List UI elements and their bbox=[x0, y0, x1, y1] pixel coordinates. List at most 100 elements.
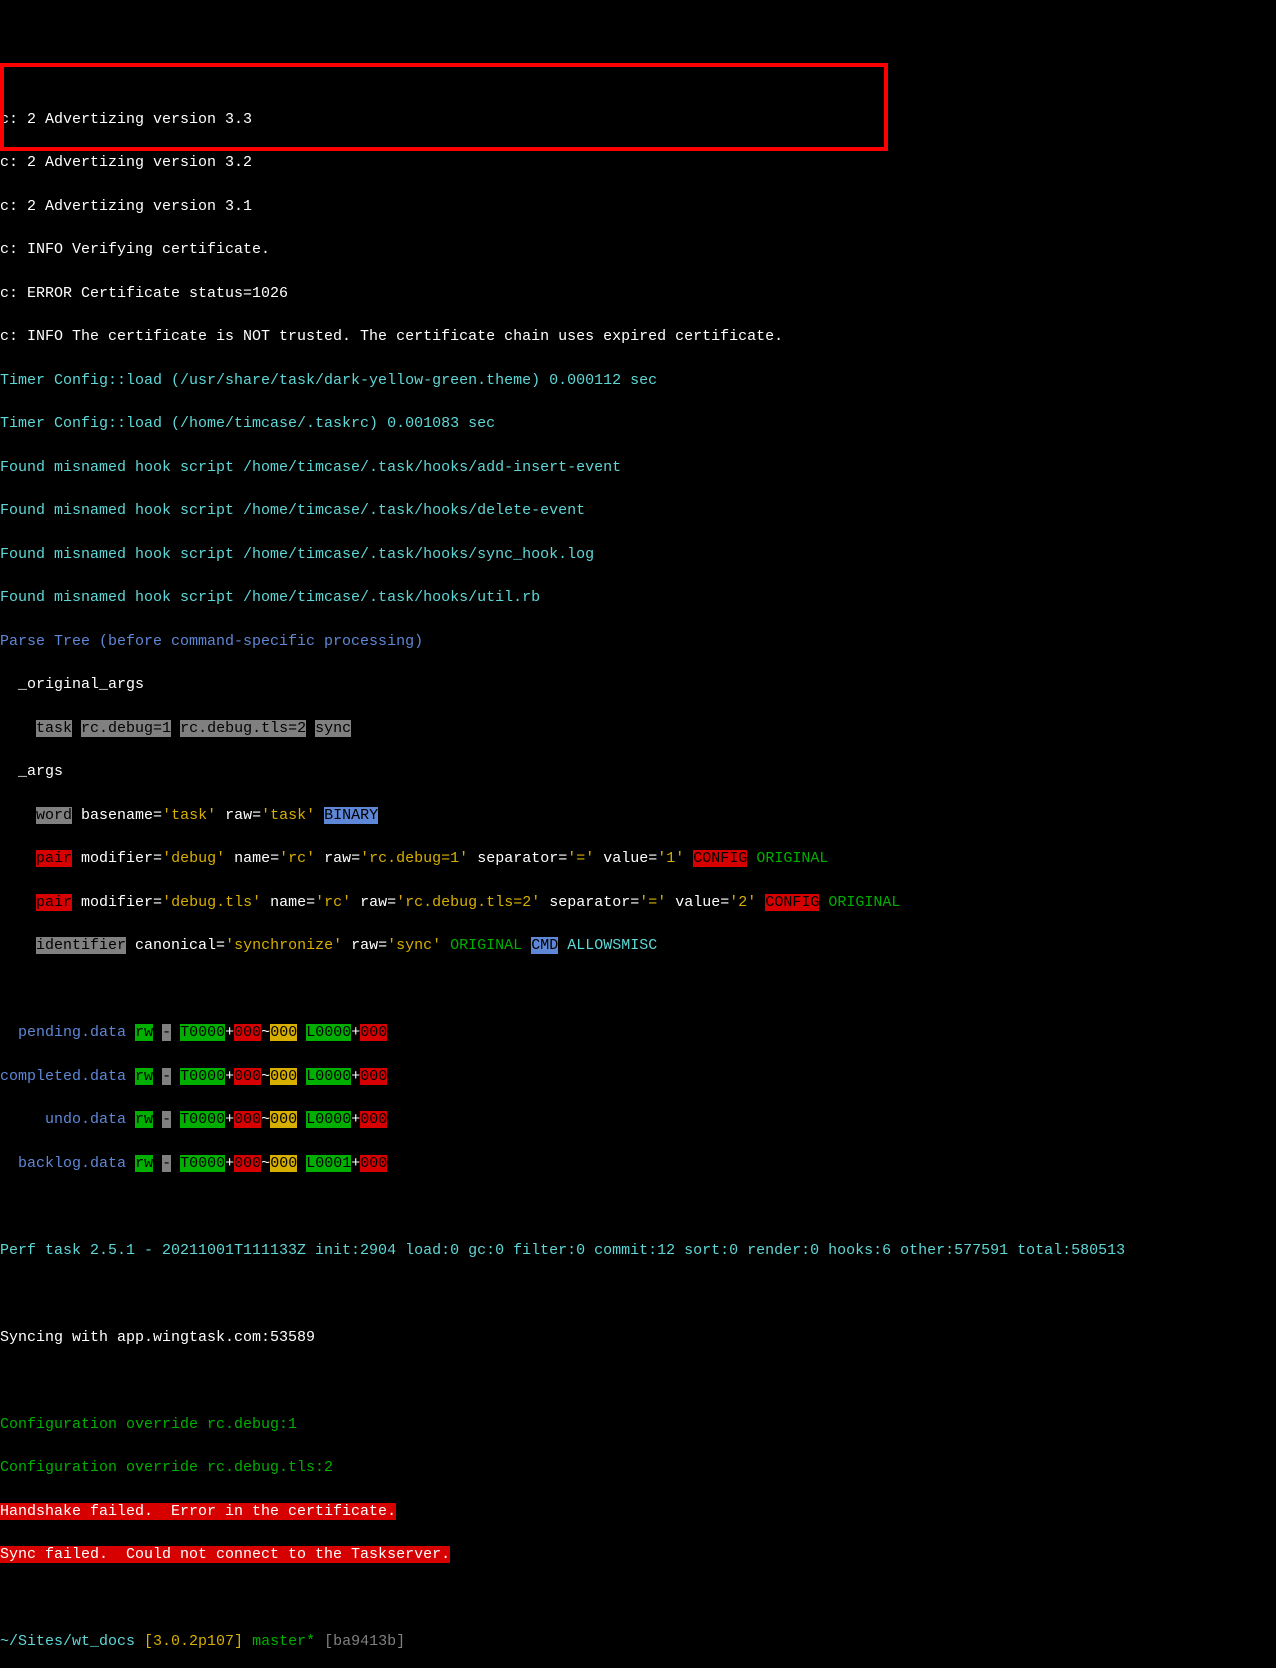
val: 'task' bbox=[261, 807, 315, 824]
tilde: ~ bbox=[261, 1024, 270, 1041]
t-val: T0000 bbox=[180, 1155, 225, 1172]
config-tag: CONFIG bbox=[693, 850, 747, 867]
t-yellow: 000 bbox=[270, 1111, 297, 1128]
rw-flag: rw bbox=[135, 1155, 153, 1172]
blank-line bbox=[0, 1588, 1276, 1610]
cmd-tag: CMD bbox=[531, 937, 558, 954]
datafile-name: pending.data bbox=[18, 1024, 126, 1041]
key: basename= bbox=[81, 807, 162, 824]
t-val: T0000 bbox=[180, 1024, 225, 1041]
label-text: _args bbox=[18, 763, 63, 780]
key: modifier= bbox=[81, 850, 162, 867]
val: 'rc.debug.tls=2' bbox=[396, 894, 540, 911]
datafile-row: pending.data rw - T0000+000~000 L0000+00… bbox=[0, 1022, 1276, 1044]
val: '2' bbox=[729, 894, 756, 911]
key: value= bbox=[603, 850, 657, 867]
t-yellow: 000 bbox=[270, 1024, 297, 1041]
datafile-row: completed.data rw - T0000+000~000 L0000+… bbox=[0, 1066, 1276, 1088]
val: '=' bbox=[567, 850, 594, 867]
dash: - bbox=[162, 1111, 171, 1128]
plus: + bbox=[351, 1024, 360, 1041]
log-line: Timer Config::load (/usr/share/task/dark… bbox=[0, 370, 1276, 392]
args-label: _args bbox=[0, 761, 1276, 783]
plus: + bbox=[225, 1068, 234, 1085]
key: canonical= bbox=[135, 937, 225, 954]
key: raw= bbox=[360, 894, 396, 911]
args-identifier: identifier canonical='synchronize' raw='… bbox=[0, 935, 1276, 957]
identifier-tag: identifier bbox=[36, 937, 126, 954]
l-red: 000 bbox=[360, 1024, 387, 1041]
datafile-name: backlog.data bbox=[18, 1155, 126, 1172]
tilde: ~ bbox=[261, 1155, 270, 1172]
datafile-name: undo.data bbox=[45, 1111, 126, 1128]
log-line: Timer Config::load (/home/timcase/.taskr… bbox=[0, 413, 1276, 435]
error-line: Handshake failed. Error in the certifica… bbox=[0, 1501, 1276, 1523]
key: raw= bbox=[351, 937, 387, 954]
terminal-screen[interactable]: c: 2 Advertizing version 3.3 c: 2 Advert… bbox=[0, 87, 1276, 1668]
log-line-highlighted: c: ERROR Certificate status=1026 bbox=[0, 283, 1276, 305]
token: task bbox=[36, 720, 72, 737]
plus: + bbox=[351, 1155, 360, 1172]
config-tag: CONFIG bbox=[765, 894, 819, 911]
rw-flag: rw bbox=[135, 1111, 153, 1128]
val: '=' bbox=[639, 894, 666, 911]
key: value= bbox=[675, 894, 729, 911]
val: 'rc' bbox=[315, 894, 351, 911]
val: 'task' bbox=[162, 807, 216, 824]
plus: + bbox=[351, 1068, 360, 1085]
val: 'rc' bbox=[279, 850, 315, 867]
key: modifier= bbox=[81, 894, 162, 911]
log-line: Found misnamed hook script /home/timcase… bbox=[0, 587, 1276, 609]
datafile-name: completed.data bbox=[0, 1068, 126, 1085]
val: 'sync' bbox=[387, 937, 441, 954]
parse-tree-header: Parse Tree (before command-specific proc… bbox=[0, 631, 1276, 653]
token: sync bbox=[315, 720, 351, 737]
t-red: 000 bbox=[234, 1024, 261, 1041]
log-line: c: 2 Advertizing version 3.2 bbox=[0, 152, 1276, 174]
rw-flag: rw bbox=[135, 1024, 153, 1041]
perf-line: Perf task 2.5.1 - 20211001T111133Z init:… bbox=[0, 1240, 1276, 1262]
l-val: L0000 bbox=[306, 1068, 351, 1085]
syncing-line: Syncing with app.wingtask.com:53589 bbox=[0, 1327, 1276, 1349]
blank-line bbox=[0, 979, 1276, 1001]
prompt-branch: master* bbox=[252, 1633, 315, 1650]
log-line-highlighted: c: INFO The certificate is NOT trusted. … bbox=[0, 326, 1276, 348]
t-red: 000 bbox=[234, 1155, 261, 1172]
dash: - bbox=[162, 1155, 171, 1172]
plus: + bbox=[225, 1024, 234, 1041]
key: raw= bbox=[324, 850, 360, 867]
l-val: L0000 bbox=[306, 1111, 351, 1128]
plus: + bbox=[225, 1155, 234, 1172]
blank-line bbox=[0, 1370, 1276, 1392]
blank-line bbox=[0, 1283, 1276, 1305]
label-text: _original_args bbox=[18, 676, 144, 693]
dash: - bbox=[162, 1024, 171, 1041]
val: 'synchronize' bbox=[225, 937, 342, 954]
allowsmisc-tag: ALLOWSMISC bbox=[567, 937, 657, 954]
original-tag: ORIGINAL bbox=[828, 894, 900, 911]
prompt-path: ~/Sites/wt_docs bbox=[0, 1633, 135, 1650]
t-yellow: 000 bbox=[270, 1155, 297, 1172]
original-args-label: _original_args bbox=[0, 674, 1276, 696]
error-text: Sync failed. Could not connect to the Ta… bbox=[0, 1546, 450, 1563]
val: 'rc.debug=1' bbox=[360, 850, 468, 867]
prompt-version: [3.0.2p107] bbox=[144, 1633, 243, 1650]
t-val: T0000 bbox=[180, 1111, 225, 1128]
token: rc.debug.tls=2 bbox=[180, 720, 306, 737]
original-tag: ORIGINAL bbox=[450, 937, 522, 954]
l-val: L0001 bbox=[306, 1155, 351, 1172]
config-override: Configuration override rc.debug.tls:2 bbox=[0, 1457, 1276, 1479]
log-line: Found misnamed hook script /home/timcase… bbox=[0, 457, 1276, 479]
t-val: T0000 bbox=[180, 1068, 225, 1085]
l-red: 000 bbox=[360, 1068, 387, 1085]
args-word: word basename='task' raw='task' BINARY bbox=[0, 805, 1276, 827]
config-override: Configuration override rc.debug:1 bbox=[0, 1414, 1276, 1436]
log-line: c: 2 Advertizing version 3.3 bbox=[0, 109, 1276, 131]
word-tag: word bbox=[36, 807, 72, 824]
rw-flag: rw bbox=[135, 1068, 153, 1085]
blank-line bbox=[0, 1196, 1276, 1218]
prompt-hash: [ba9413b] bbox=[324, 1633, 405, 1650]
log-line-highlighted: c: INFO Verifying certificate. bbox=[0, 239, 1276, 261]
val: 'debug' bbox=[162, 850, 225, 867]
pair-tag: pair bbox=[36, 894, 72, 911]
